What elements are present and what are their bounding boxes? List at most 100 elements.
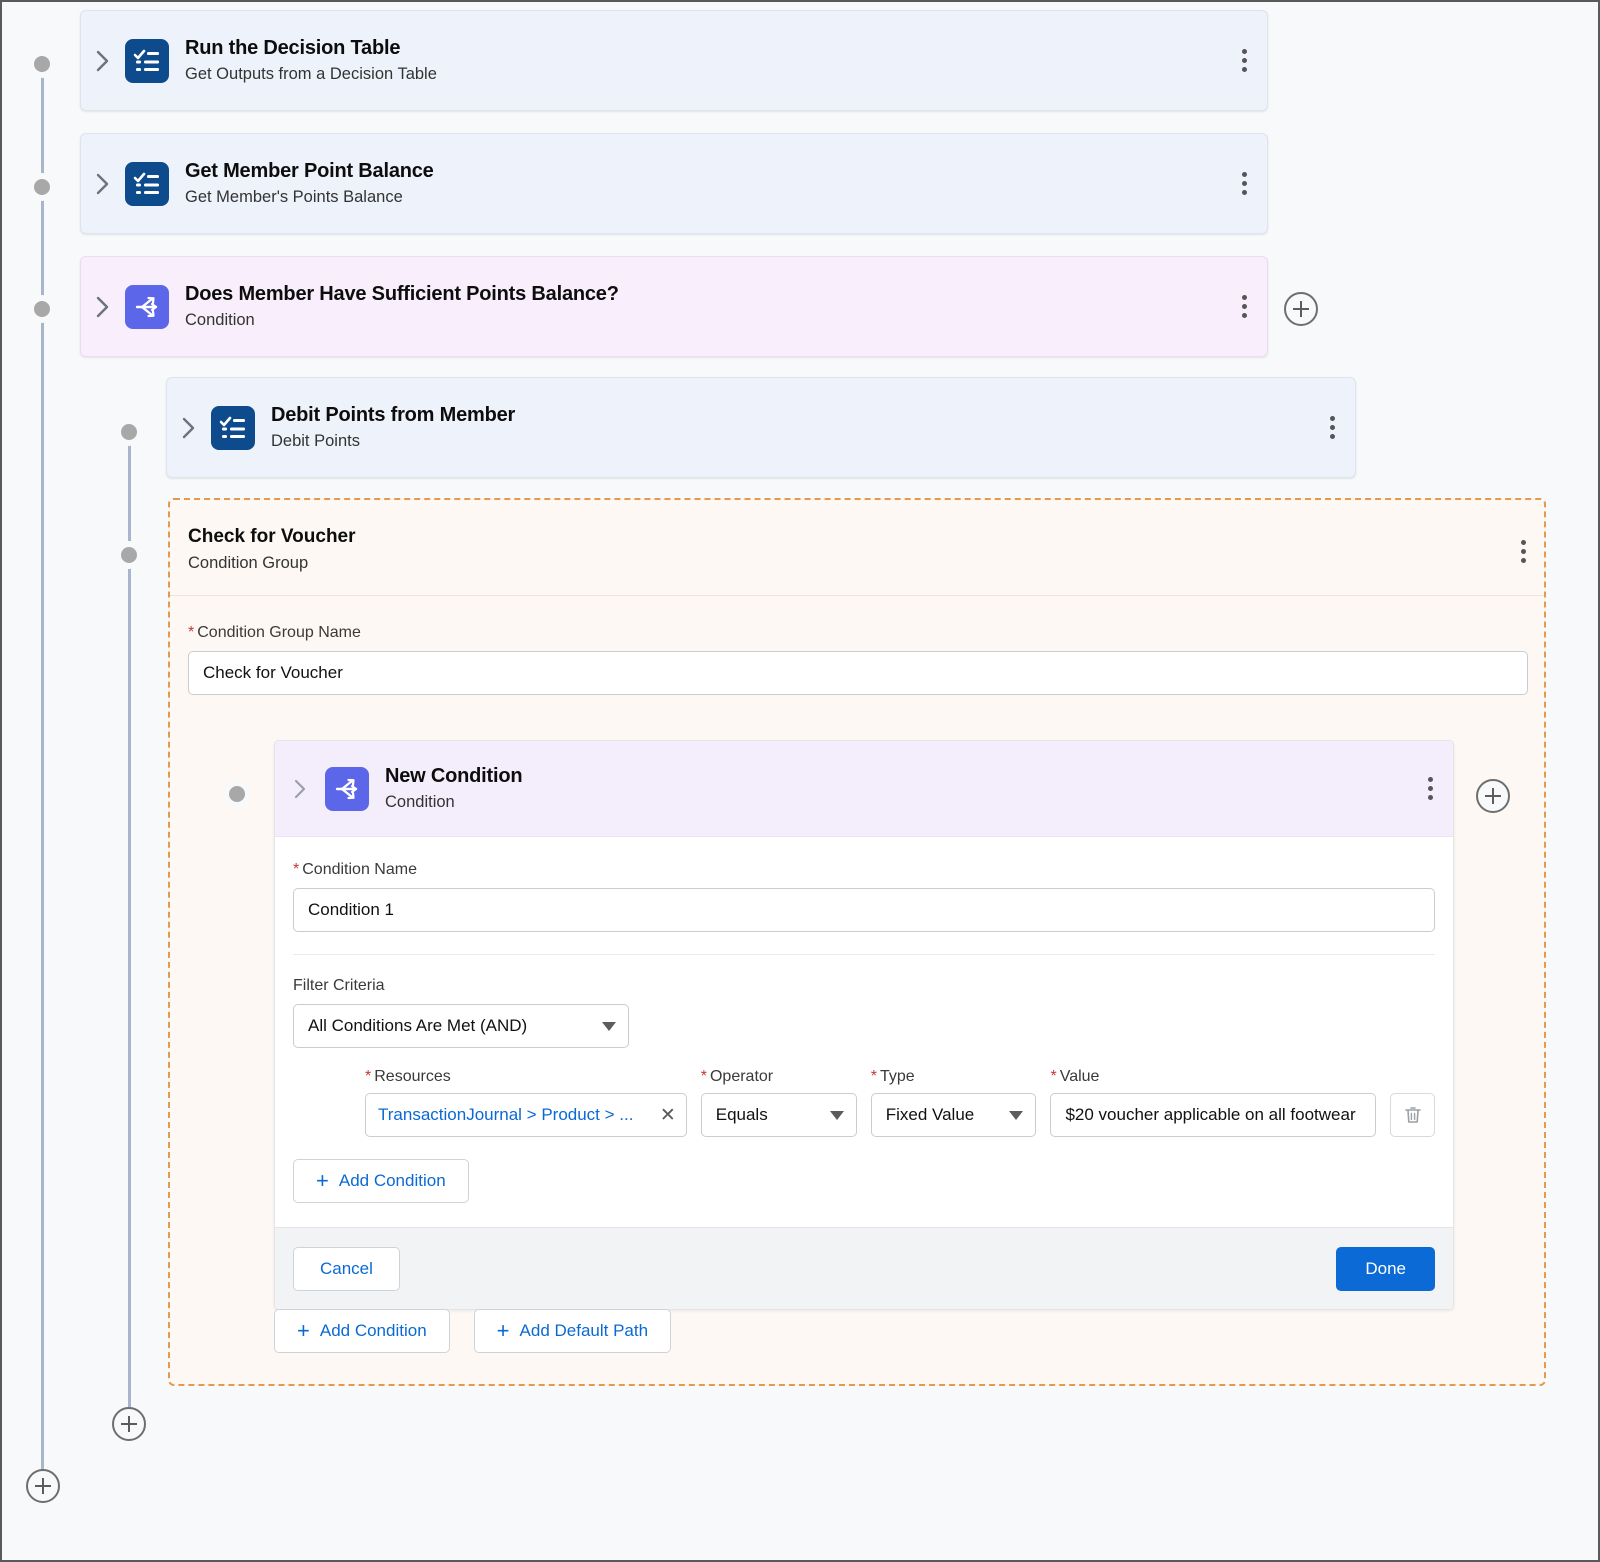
condition-card-header[interactable]: New Condition Condition <box>275 741 1453 837</box>
rail-dot-step-3 <box>34 301 50 317</box>
filter-row: * Resources TransactionJournal > Product … <box>293 1068 1435 1137</box>
chevron-down-icon <box>1009 1110 1024 1120</box>
step-card-get-member-point-balance[interactable]: Get Member Point Balance Get Member's Po… <box>80 133 1268 234</box>
chevron-right-icon[interactable] <box>275 779 325 799</box>
close-icon[interactable]: ✕ <box>660 1104 676 1127</box>
required-indicator: * <box>870 1068 877 1085</box>
delete-filter-row-button[interactable] <box>1390 1093 1435 1137</box>
condition-group-name-input[interactable] <box>188 651 1528 695</box>
cancel-button[interactable]: Cancel <box>293 1246 400 1291</box>
rail-dot-step-1 <box>34 56 50 72</box>
main-rail-line <box>41 64 44 1476</box>
step-card-debit-points[interactable]: Debit Points from Member Debit Points <box>166 377 1356 478</box>
decision-table-icon <box>125 38 169 83</box>
step-menu-button[interactable] <box>1221 172 1267 195</box>
add-condition-inner-button[interactable]: + Add Condition <box>293 1159 469 1203</box>
required-indicator: * <box>188 624 195 641</box>
condition-card-body: *Condition Name Filter Criteria All Cond… <box>275 837 1453 1227</box>
step-subtitle: Debit Points <box>271 432 360 451</box>
required-indicator: * <box>365 1068 372 1085</box>
rail-dot-condition <box>229 786 245 802</box>
chevron-right-icon[interactable] <box>81 296 125 318</box>
add-default-path-button[interactable]: + Add Default Path <box>473 1309 672 1353</box>
branch-icon <box>125 284 169 329</box>
filter-criteria-label: Filter Criteria <box>293 977 385 994</box>
step-card-text: Run the Decision Table Get Outputs from … <box>185 36 1221 85</box>
condition-card: New Condition Condition * Condition Name … <box>274 740 1454 1310</box>
type-select[interactable]: Fixed Value <box>870 1093 1037 1137</box>
filter-criteria-field: Filter Criteria All Conditions Are Met (… <box>293 977 1435 1048</box>
plus-icon: + <box>297 1318 310 1343</box>
condition-card-subtitle: Condition <box>385 793 455 812</box>
condition-name-label: * Condition Name <box>293 861 417 878</box>
add-condition-group-label: Add Condition <box>319 1321 427 1340</box>
operator-field: * Operator Equals <box>700 1068 857 1137</box>
type-value: Fixed Value <box>885 1105 975 1124</box>
condition-card-footer: Cancel Done <box>275 1227 1453 1309</box>
chevron-right-icon[interactable] <box>81 50 125 72</box>
resources-field: * Resources TransactionJournal > Product … <box>365 1068 687 1137</box>
step-card-sufficient-points-condition[interactable]: Does Member Have Sufficient Points Balan… <box>80 256 1268 357</box>
plus-icon: + <box>496 1318 510 1343</box>
add-step-branch-button[interactable] <box>112 1407 146 1441</box>
condition-name-field: * Condition Name <box>293 861 1435 932</box>
plus-icon: + <box>316 1168 329 1193</box>
add-branch-condition-button[interactable] <box>1284 292 1318 326</box>
condition-card-title: New Condition <box>385 765 523 788</box>
resources-input[interactable]: TransactionJournal > Product > ... ✕ <box>365 1093 687 1137</box>
condition-group-panel: Check for Voucher Condition Group * Condi… <box>168 498 1546 1386</box>
chevron-right-icon[interactable] <box>81 173 125 195</box>
rail-dot-branch-2 <box>121 547 137 563</box>
rail-dot-step-2 <box>34 179 50 195</box>
add-condition-branch-button[interactable] <box>1476 779 1510 813</box>
add-condition-inner-label: Add Condition <box>338 1171 446 1190</box>
condition-group-name-field: * Condition Group Name <box>188 624 1528 695</box>
chevron-down-icon <box>602 1021 616 1031</box>
decision-table-icon <box>125 161 169 206</box>
step-card-text: Does Member Have Sufficient Points Balan… <box>185 282 1221 331</box>
group-footer-buttons: + Add Condition + Add Default Path <box>274 1309 672 1353</box>
step-card-text: Get Member Point Balance Get Member's Po… <box>185 159 1221 208</box>
step-title: Get Member Point Balance <box>185 160 434 183</box>
condition-name-input[interactable] <box>293 888 1435 932</box>
chevron-down-icon <box>829 1110 844 1120</box>
branch-rail-line <box>128 440 131 1407</box>
resources-value: TransactionJournal > Product > ... <box>378 1105 634 1124</box>
value-input[interactable] <box>1050 1093 1377 1137</box>
filter-criteria-select[interactable]: All Conditions Are Met (AND) <box>293 1004 629 1048</box>
value-field: * Value <box>1050 1068 1377 1137</box>
operator-select[interactable]: Equals <box>700 1093 857 1137</box>
step-subtitle: Get Member's Points Balance <box>185 188 403 207</box>
flow-builder-canvas: Run the Decision Table Get Outputs from … <box>0 0 1600 1562</box>
rail-dot-branch-1 <box>121 424 137 440</box>
inner-add-condition-wrap: + Add Condition <box>293 1159 1435 1227</box>
step-title: Debit Points from Member <box>271 404 516 427</box>
operator-label: * Operator <box>700 1068 774 1085</box>
done-button[interactable]: Done <box>1336 1246 1435 1291</box>
cancel-label: Cancel <box>320 1258 373 1278</box>
step-subtitle: Get Outputs from a Decision Table <box>185 65 437 84</box>
step-menu-button[interactable] <box>1221 295 1267 318</box>
condition-group-header: Check for Voucher Condition Group <box>170 500 1544 596</box>
resources-label: * Resources <box>365 1068 451 1085</box>
condition-card-menu-button[interactable] <box>1407 777 1453 800</box>
step-menu-button[interactable] <box>1309 416 1355 439</box>
condition-group-title: Check for Voucher <box>188 526 356 547</box>
operator-value: Equals <box>715 1105 768 1124</box>
step-title: Run the Decision Table <box>185 37 401 60</box>
step-subtitle: Condition <box>185 311 255 330</box>
add-step-main-button[interactable] <box>26 1469 60 1503</box>
required-indicator: * <box>700 1068 707 1085</box>
required-indicator: * <box>1050 1068 1057 1085</box>
branch-icon <box>325 766 369 811</box>
chevron-right-icon[interactable] <box>167 417 211 439</box>
type-field: * Type Fixed Value <box>870 1068 1037 1137</box>
step-menu-button[interactable] <box>1221 49 1267 72</box>
step-card-text: Debit Points from Member Debit Points <box>271 403 1309 452</box>
condition-group-subtitle: Condition Group <box>188 554 309 572</box>
step-card-run-decision-table[interactable]: Run the Decision Table Get Outputs from … <box>80 10 1268 111</box>
add-condition-group-button[interactable]: + Add Condition <box>274 1309 450 1353</box>
required-indicator: * <box>293 861 300 878</box>
condition-group-menu-button[interactable] <box>1521 540 1526 563</box>
step-title: Does Member Have Sufficient Points Balan… <box>185 283 619 306</box>
